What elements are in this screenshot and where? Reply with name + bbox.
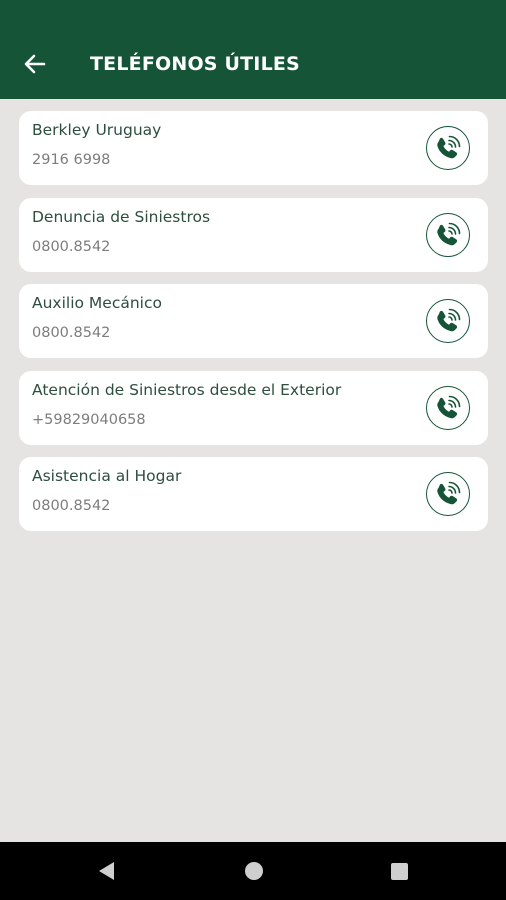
contact-name: Atención de Siniestros desde el Exterior — [32, 380, 342, 399]
contact-phone: 0800.8542 — [32, 238, 111, 255]
contact-card-berkley-uruguay[interactable]: Berkley Uruguay 2916 6998 — [19, 111, 488, 185]
phone-call-icon — [437, 395, 461, 418]
contact-card-asistencia-al-hogar[interactable]: Asistencia al Hogar 0800.8542 — [19, 457, 488, 531]
call-button[interactable] — [426, 385, 470, 430]
call-button[interactable] — [426, 212, 470, 257]
arrow-left-icon — [24, 54, 46, 74]
contact-phone: 0800.8542 — [32, 325, 111, 341]
phone-call-icon — [437, 135, 461, 159]
nav-back-button[interactable] — [91, 856, 121, 886]
contact-name: Auxilio Mecánico — [32, 294, 162, 312]
contact-name: Asistencia al Hogar — [32, 467, 182, 485]
contact-card-denuncia-de-siniestros[interactable]: Denuncia de Siniestros 0800.8542 — [19, 197, 488, 272]
page-title: TELÉFONOS ÚTILES — [90, 53, 300, 75]
contact-name: Berkley Uruguay — [32, 121, 162, 139]
triangle-back-icon — [98, 862, 114, 880]
contact-name: Denuncia de Siniestros — [32, 207, 211, 226]
call-button[interactable] — [426, 126, 470, 170]
contact-list: Berkley Uruguay 2916 6998 Denuncia de Si… — [19, 111, 488, 544]
contact-card-atencion-siniestros-exterior[interactable]: Atención de Siniestros desde el Exterior… — [19, 370, 488, 445]
nav-home-button[interactable] — [239, 856, 269, 886]
contact-phone: 0800.8542 — [32, 498, 111, 514]
call-button[interactable] — [426, 299, 470, 343]
call-button[interactable] — [426, 472, 470, 516]
system-navigation-bar — [0, 842, 506, 900]
back-button[interactable] — [18, 47, 52, 81]
contact-card-auxilio-mecanico[interactable]: Auxilio Mecánico 0800.8542 — [19, 284, 488, 358]
contact-phone: +59829040658 — [32, 411, 146, 428]
phone-call-icon — [437, 308, 461, 332]
phone-call-icon — [437, 222, 461, 245]
app-bar: TELÉFONOS ÚTILES — [0, 0, 506, 99]
nav-recents-button[interactable] — [384, 856, 414, 886]
circle-home-icon — [245, 862, 263, 880]
contact-phone: 2916 6998 — [32, 152, 111, 168]
phone-call-icon — [437, 481, 461, 505]
square-recents-icon — [390, 862, 408, 880]
